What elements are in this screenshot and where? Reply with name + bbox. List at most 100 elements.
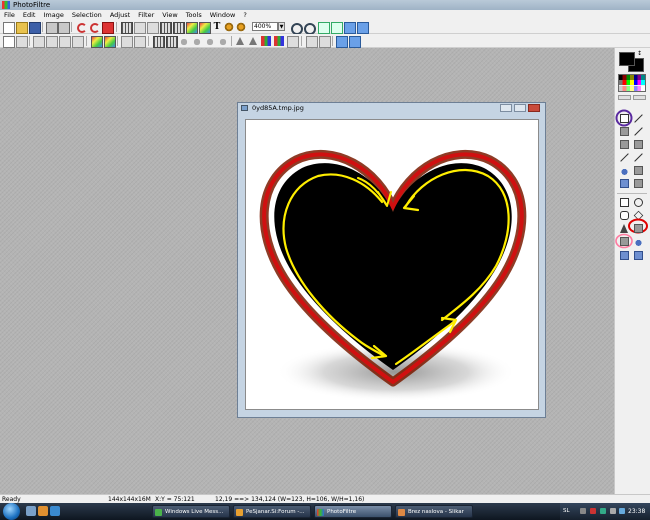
- brightness-icon[interactable]: [33, 36, 45, 48]
- full-screen-icon[interactable]: [344, 22, 356, 34]
- taskbar-item-paint[interactable]: Brez naslova - Slikar: [395, 505, 473, 518]
- paste-layer-icon[interactable]: [634, 251, 643, 260]
- scan-icon[interactable]: [46, 22, 58, 34]
- fill-bucket-icon[interactable]: [620, 140, 629, 149]
- sepia-icon[interactable]: [104, 36, 116, 48]
- smudge-icon[interactable]: [634, 166, 643, 175]
- tray-icon[interactable]: [600, 508, 606, 514]
- contrast-icon[interactable]: [46, 36, 58, 48]
- pencil-icon[interactable]: [634, 153, 643, 162]
- taskbar-item-messenger[interactable]: Windows Live Mess...: [152, 505, 230, 518]
- color-palette[interactable]: [618, 74, 646, 92]
- menu-image[interactable]: Image: [39, 10, 67, 20]
- menu-help[interactable]: ?: [239, 10, 250, 20]
- frame-icon[interactable]: [306, 36, 318, 48]
- soften-drop-icon[interactable]: [179, 36, 189, 46]
- brush-icon[interactable]: [620, 153, 629, 162]
- auto-level-icon[interactable]: [16, 36, 28, 48]
- grid-icon[interactable]: [121, 22, 133, 34]
- line-icon[interactable]: [634, 127, 643, 136]
- menu-view[interactable]: View: [158, 10, 181, 20]
- clone-icon[interactable]: [634, 179, 643, 188]
- menu-tools[interactable]: Tools: [182, 10, 206, 20]
- menu-adjust[interactable]: Adjust: [106, 10, 134, 20]
- drop-icon[interactable]: [192, 36, 202, 46]
- selection-arrow-icon[interactable]: [620, 114, 629, 123]
- volume-icon[interactable]: [610, 508, 616, 514]
- taskbar-item-photofiltre[interactable]: PhotoFiltre: [314, 505, 392, 518]
- canvas-size-icon[interactable]: [173, 22, 185, 34]
- pattern-icon[interactable]: [634, 237, 643, 246]
- clock[interactable]: 23:38: [628, 503, 645, 520]
- lasso-icon[interactable]: [620, 237, 629, 246]
- close-button[interactable]: [528, 104, 540, 112]
- sharpen-icon[interactable]: [166, 36, 178, 48]
- palette-next-button[interactable]: [633, 95, 646, 100]
- zoom-select[interactable]: 400%: [252, 22, 278, 31]
- plugin-icon[interactable]: [224, 22, 234, 32]
- ellipse-icon[interactable]: [634, 198, 643, 207]
- flip-icon[interactable]: [134, 36, 146, 48]
- gamma-icon[interactable]: [72, 36, 84, 48]
- border-icon[interactable]: [319, 36, 331, 48]
- auto-contrast-icon[interactable]: [3, 36, 15, 48]
- tray-icon[interactable]: [580, 508, 586, 514]
- triangle-icon[interactable]: [235, 36, 245, 46]
- batch-icon[interactable]: [349, 36, 361, 48]
- stamp-icon[interactable]: [620, 179, 629, 188]
- rectangle-icon[interactable]: [620, 198, 629, 207]
- menu-filter[interactable]: Filter: [134, 10, 158, 20]
- palette-icon[interactable]: [186, 22, 198, 34]
- copy-layer-icon[interactable]: [620, 251, 629, 260]
- open-folder-icon[interactable]: [16, 22, 28, 34]
- quick-launch-icon[interactable]: [26, 506, 36, 516]
- minimize-button[interactable]: [500, 104, 512, 112]
- grayscale-icon[interactable]: [91, 36, 103, 48]
- actual-size-icon[interactable]: [331, 22, 343, 34]
- blur-icon[interactable]: [153, 36, 165, 48]
- quick-launch-icon[interactable]: [50, 506, 60, 516]
- menu-window[interactable]: Window: [206, 10, 240, 20]
- taskbar-item-forum[interactable]: PeSjanar.Si:Forum -...: [233, 505, 311, 518]
- color-icon[interactable]: [199, 22, 211, 34]
- foreground-color-swatch[interactable]: [619, 52, 635, 66]
- menu-edit[interactable]: Edit: [19, 10, 40, 20]
- rgb-icon[interactable]: [261, 36, 271, 46]
- pyramid-icon[interactable]: [248, 36, 258, 46]
- image-size-icon[interactable]: [160, 22, 172, 34]
- histogram-icon[interactable]: [287, 36, 299, 48]
- cut-icon[interactable]: [102, 22, 114, 34]
- magic-wand-icon[interactable]: [620, 127, 629, 136]
- blur-drop-icon[interactable]: [620, 166, 629, 175]
- menu-file[interactable]: File: [0, 10, 19, 20]
- tile-icon[interactable]: [357, 22, 369, 34]
- palette-prev-button[interactable]: [618, 95, 631, 100]
- eyedropper-icon[interactable]: [634, 114, 643, 123]
- chevron-down-icon[interactable]: ▼: [278, 22, 285, 31]
- saturation-icon[interactable]: [59, 36, 71, 48]
- mirror-icon[interactable]: [121, 36, 133, 48]
- language-indicator[interactable]: SL: [563, 503, 570, 520]
- start-button[interactable]: [3, 503, 20, 520]
- water-drop-icon[interactable]: [205, 36, 215, 46]
- text-icon[interactable]: T: [212, 22, 222, 32]
- fit-window-icon[interactable]: [318, 22, 330, 34]
- maximize-button[interactable]: [514, 104, 526, 112]
- redo-icon[interactable]: [89, 22, 100, 33]
- swap-colors-icon[interactable]: ↕: [637, 51, 645, 57]
- tray-icon[interactable]: [590, 508, 596, 514]
- export-icon[interactable]: [336, 36, 348, 48]
- new-file-icon[interactable]: [3, 22, 15, 34]
- quick-launch-icon[interactable]: [38, 506, 48, 516]
- print-icon[interactable]: [58, 22, 70, 34]
- image-canvas[interactable]: [245, 119, 539, 410]
- network-icon[interactable]: [619, 508, 625, 514]
- filter-gear-icon[interactable]: [236, 22, 246, 32]
- copy-icon[interactable]: [134, 22, 146, 34]
- dropper-icon[interactable]: [218, 36, 228, 46]
- paste-icon[interactable]: [147, 22, 159, 34]
- spray-icon[interactable]: [634, 140, 643, 149]
- menu-selection[interactable]: Selection: [68, 10, 106, 20]
- save-icon[interactable]: [29, 22, 41, 34]
- undo-icon[interactable]: [76, 22, 87, 33]
